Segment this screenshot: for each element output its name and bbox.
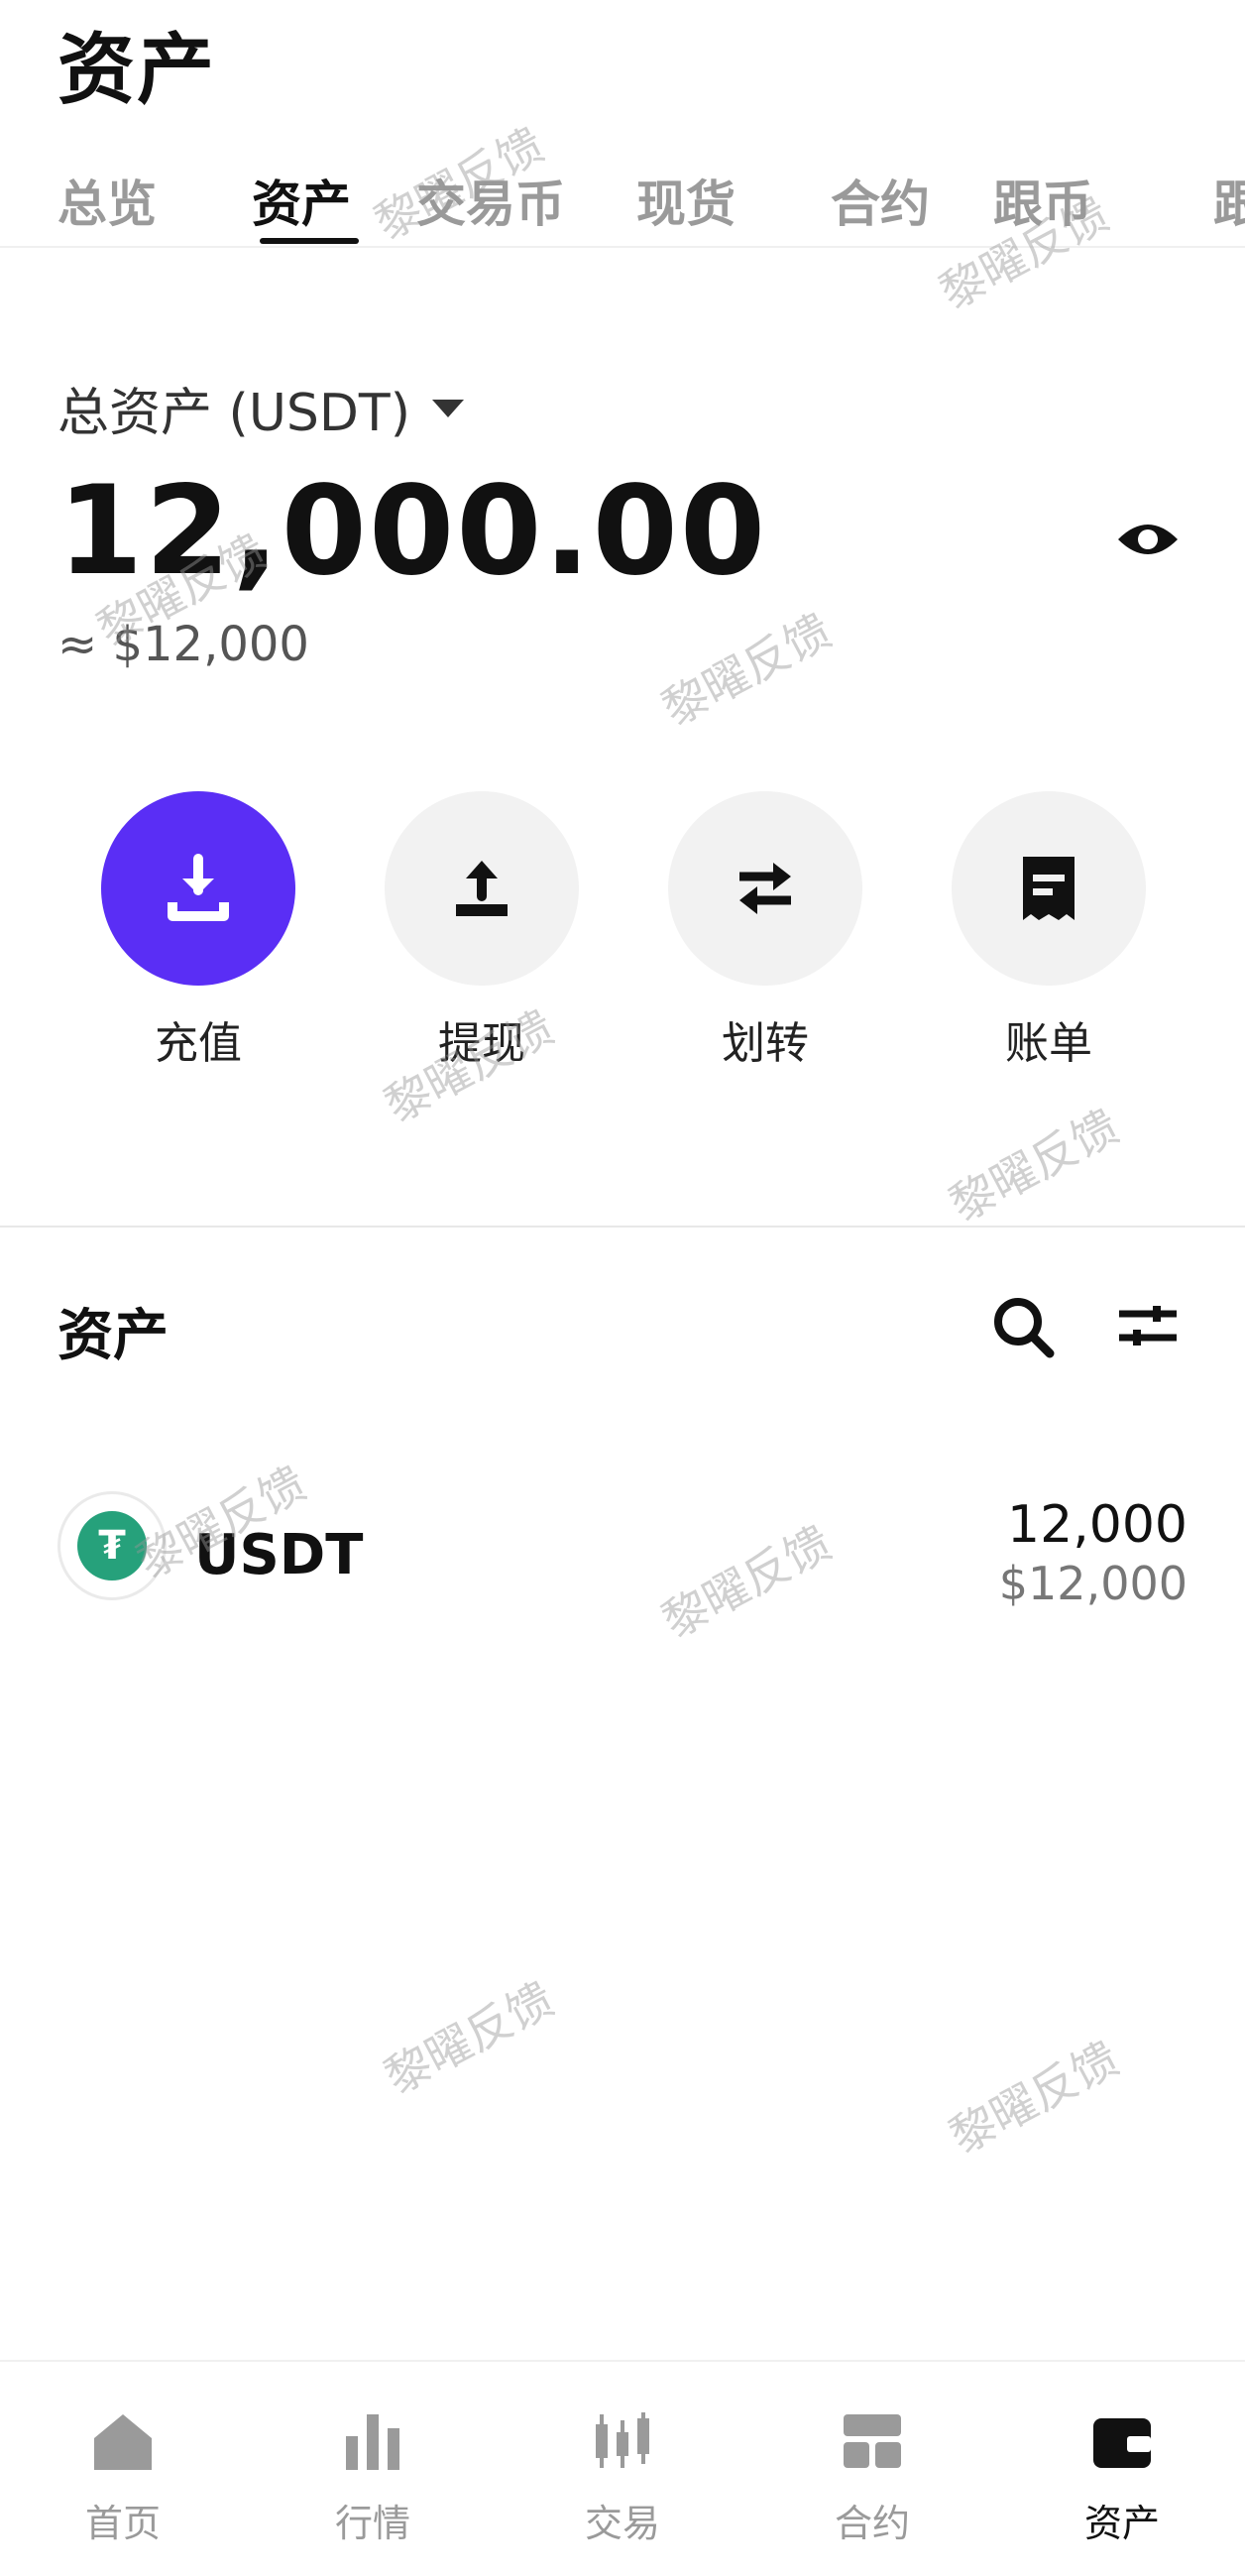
search-icon[interactable] bbox=[983, 1287, 1063, 1366]
tab-futures[interactable]: 合约 bbox=[831, 165, 930, 236]
tab-trading-coins[interactable]: 交易币 bbox=[416, 165, 565, 236]
bill-button[interactable] bbox=[952, 791, 1146, 986]
tab-overview[interactable]: 总览 bbox=[57, 165, 157, 236]
tab-more[interactable]: 跟 bbox=[1213, 165, 1245, 236]
transfer-label: 划转 bbox=[722, 1018, 809, 1069]
bill-icon bbox=[1023, 857, 1075, 920]
transfer-button[interactable] bbox=[668, 791, 862, 986]
wallet-icon bbox=[1093, 2418, 1151, 2468]
tab-spot[interactable]: 现货 bbox=[636, 165, 736, 236]
watermark: 黎曜反馈 bbox=[653, 603, 841, 737]
withdraw-button[interactable] bbox=[385, 791, 579, 986]
market-icon bbox=[346, 2414, 399, 2470]
home-icon bbox=[94, 2414, 152, 2470]
asset-usd-value: $12,000 bbox=[998, 1557, 1188, 1610]
watermark: 黎曜反馈 bbox=[376, 1971, 563, 2105]
asset-row-usdt[interactable]: ₮ USDT 12,000 $12,000 bbox=[0, 1479, 1245, 1618]
tab-assets[interactable]: 资产 bbox=[252, 165, 351, 236]
bill-label: 账单 bbox=[1005, 1018, 1092, 1069]
transfer-action[interactable]: 划转 bbox=[668, 791, 862, 1071]
total-assets-value: 12,000.00 bbox=[57, 460, 768, 603]
deposit-icon bbox=[168, 854, 229, 921]
asset-symbol: USDT bbox=[194, 1523, 364, 1587]
asset-tabs: 总览 资产 交易币 现货 合约 跟币 跟 bbox=[0, 149, 1245, 248]
transfer-icon bbox=[739, 863, 791, 914]
caret-down-icon bbox=[431, 399, 464, 417]
usdt-coin-icon: ₮ bbox=[57, 1491, 167, 1600]
asset-amount: 12,000 bbox=[1007, 1495, 1188, 1555]
withdraw-action[interactable]: 提现 bbox=[385, 791, 579, 1071]
eye-icon[interactable] bbox=[1114, 506, 1182, 573]
assets-section-title: 资产 bbox=[57, 1304, 169, 1368]
deposit-button[interactable] bbox=[101, 791, 295, 986]
nav-home[interactable]: 首页 bbox=[24, 2401, 222, 2547]
deposit-label: 充值 bbox=[155, 1018, 242, 1069]
withdraw-label: 提现 bbox=[438, 1018, 525, 1069]
total-assets-usd: ≈ $12,000 bbox=[57, 617, 309, 672]
section-divider bbox=[0, 1226, 1245, 1228]
page-title: 资产 bbox=[57, 26, 217, 115]
trade-icon bbox=[596, 2412, 649, 2468]
tab-copy[interactable]: 跟币 bbox=[993, 165, 1092, 236]
deposit-action[interactable]: 充值 bbox=[101, 791, 295, 1071]
watermark: 黎曜反馈 bbox=[941, 2031, 1128, 2165]
bottom-nav: 首页 行情 交易 合约 资产 bbox=[0, 2360, 1245, 2576]
withdraw-icon bbox=[456, 861, 508, 916]
nav-trade[interactable]: 交易 bbox=[523, 2401, 722, 2547]
nav-futures[interactable]: 合约 bbox=[773, 2401, 971, 2547]
futures-icon bbox=[844, 2414, 901, 2468]
filter-icon[interactable] bbox=[1108, 1287, 1188, 1366]
total-assets-label: 总资产 (USDT) bbox=[57, 384, 410, 443]
nav-market[interactable]: 行情 bbox=[274, 2401, 472, 2547]
total-assets-selector[interactable]: 总资产 (USDT) bbox=[57, 371, 464, 445]
active-tab-indicator bbox=[260, 238, 359, 244]
bill-action[interactable]: 账单 bbox=[952, 791, 1146, 1071]
watermark: 黎曜反馈 bbox=[941, 1099, 1128, 1232]
nav-assets[interactable]: 资产 bbox=[1023, 2401, 1221, 2547]
